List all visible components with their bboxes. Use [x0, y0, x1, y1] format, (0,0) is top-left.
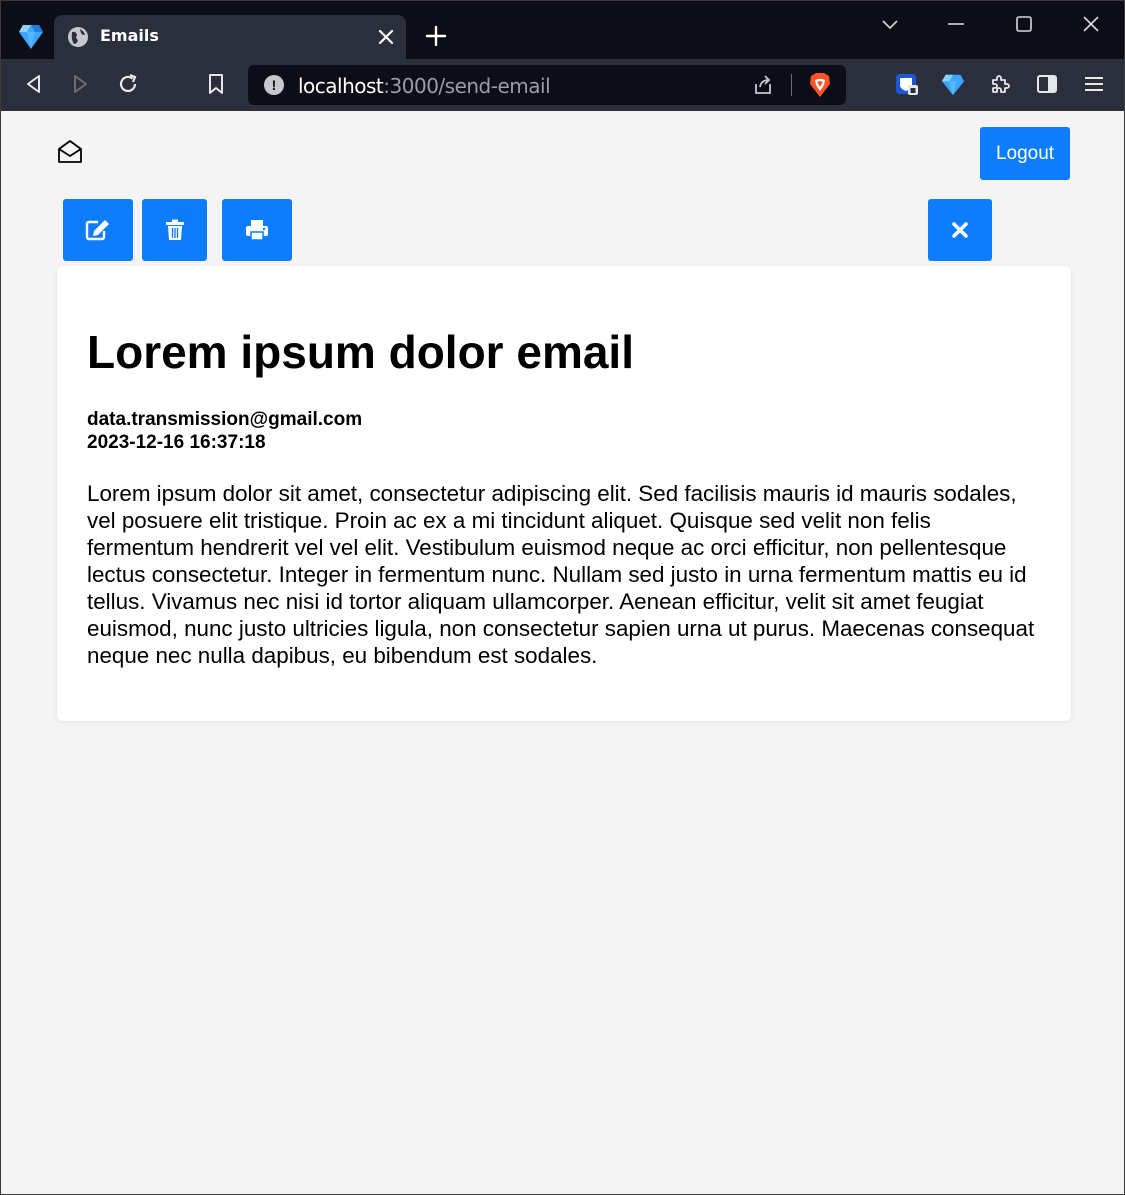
- minimize-icon[interactable]: [945, 13, 967, 35]
- forward-icon[interactable]: [68, 72, 92, 96]
- diamond-extension-icon[interactable]: [941, 72, 965, 96]
- new-tab-icon[interactable]: [425, 25, 447, 47]
- maximize-icon[interactable]: [1013, 13, 1035, 35]
- window-close-icon[interactable]: [1080, 13, 1102, 35]
- url-path: :3000/send-email: [383, 74, 551, 98]
- bookmark-icon[interactable]: [204, 72, 228, 96]
- close-icon: [952, 222, 968, 238]
- menu-icon[interactable]: [1082, 72, 1106, 96]
- trash-icon: [165, 219, 184, 240]
- edit-icon: [85, 220, 109, 241]
- page: Logout Lorem ipsum dolor email data.tran…: [1, 111, 1124, 1194]
- delete-button[interactable]: [142, 199, 207, 261]
- close-tab-icon[interactable]: [377, 28, 395, 46]
- sidebar-toggle-icon[interactable]: [1035, 72, 1059, 96]
- divider: [791, 74, 792, 96]
- email-subject: Lorem ipsum dolor email: [87, 326, 634, 378]
- browser-toolbar: ! localhost:3000/send-email: [1, 59, 1124, 111]
- tab-title: Emails: [100, 26, 159, 45]
- address-bar[interactable]: ! localhost:3000/send-email: [248, 65, 846, 105]
- email-sender: data.transmission@gmail.com: [87, 409, 363, 430]
- print-button[interactable]: [222, 199, 292, 261]
- diamond-icon: [19, 25, 43, 49]
- url-text[interactable]: localhost:3000/send-email: [298, 74, 551, 98]
- back-icon[interactable]: [22, 72, 46, 96]
- email-date: 2023-12-16 16:37:18: [87, 432, 266, 453]
- print-icon: [246, 220, 268, 241]
- open-envelope-icon[interactable]: [57, 139, 83, 165]
- browser-tab[interactable]: Emails: [54, 15, 406, 59]
- browser-tab-strip: Emails: [1, 1, 1124, 59]
- reload-icon[interactable]: [116, 72, 140, 96]
- tab-search-chevron-icon[interactable]: [879, 13, 901, 35]
- brave-shield-icon[interactable]: [808, 72, 832, 98]
- globe-icon: [68, 27, 88, 47]
- extension-shield-icon[interactable]: [895, 72, 919, 96]
- share-icon[interactable]: [752, 74, 774, 96]
- extensions-puzzle-icon[interactable]: [988, 72, 1012, 96]
- site-info-icon[interactable]: !: [264, 75, 284, 95]
- edit-button[interactable]: [63, 199, 133, 261]
- url-host: localhost: [298, 74, 384, 98]
- close-email-button[interactable]: [928, 199, 992, 261]
- email-body: Lorem ipsum dolor sit amet, consectetur …: [87, 481, 1035, 668]
- email-card: Lorem ipsum dolor email data.transmissio…: [57, 266, 1071, 721]
- logout-button[interactable]: Logout: [980, 127, 1070, 180]
